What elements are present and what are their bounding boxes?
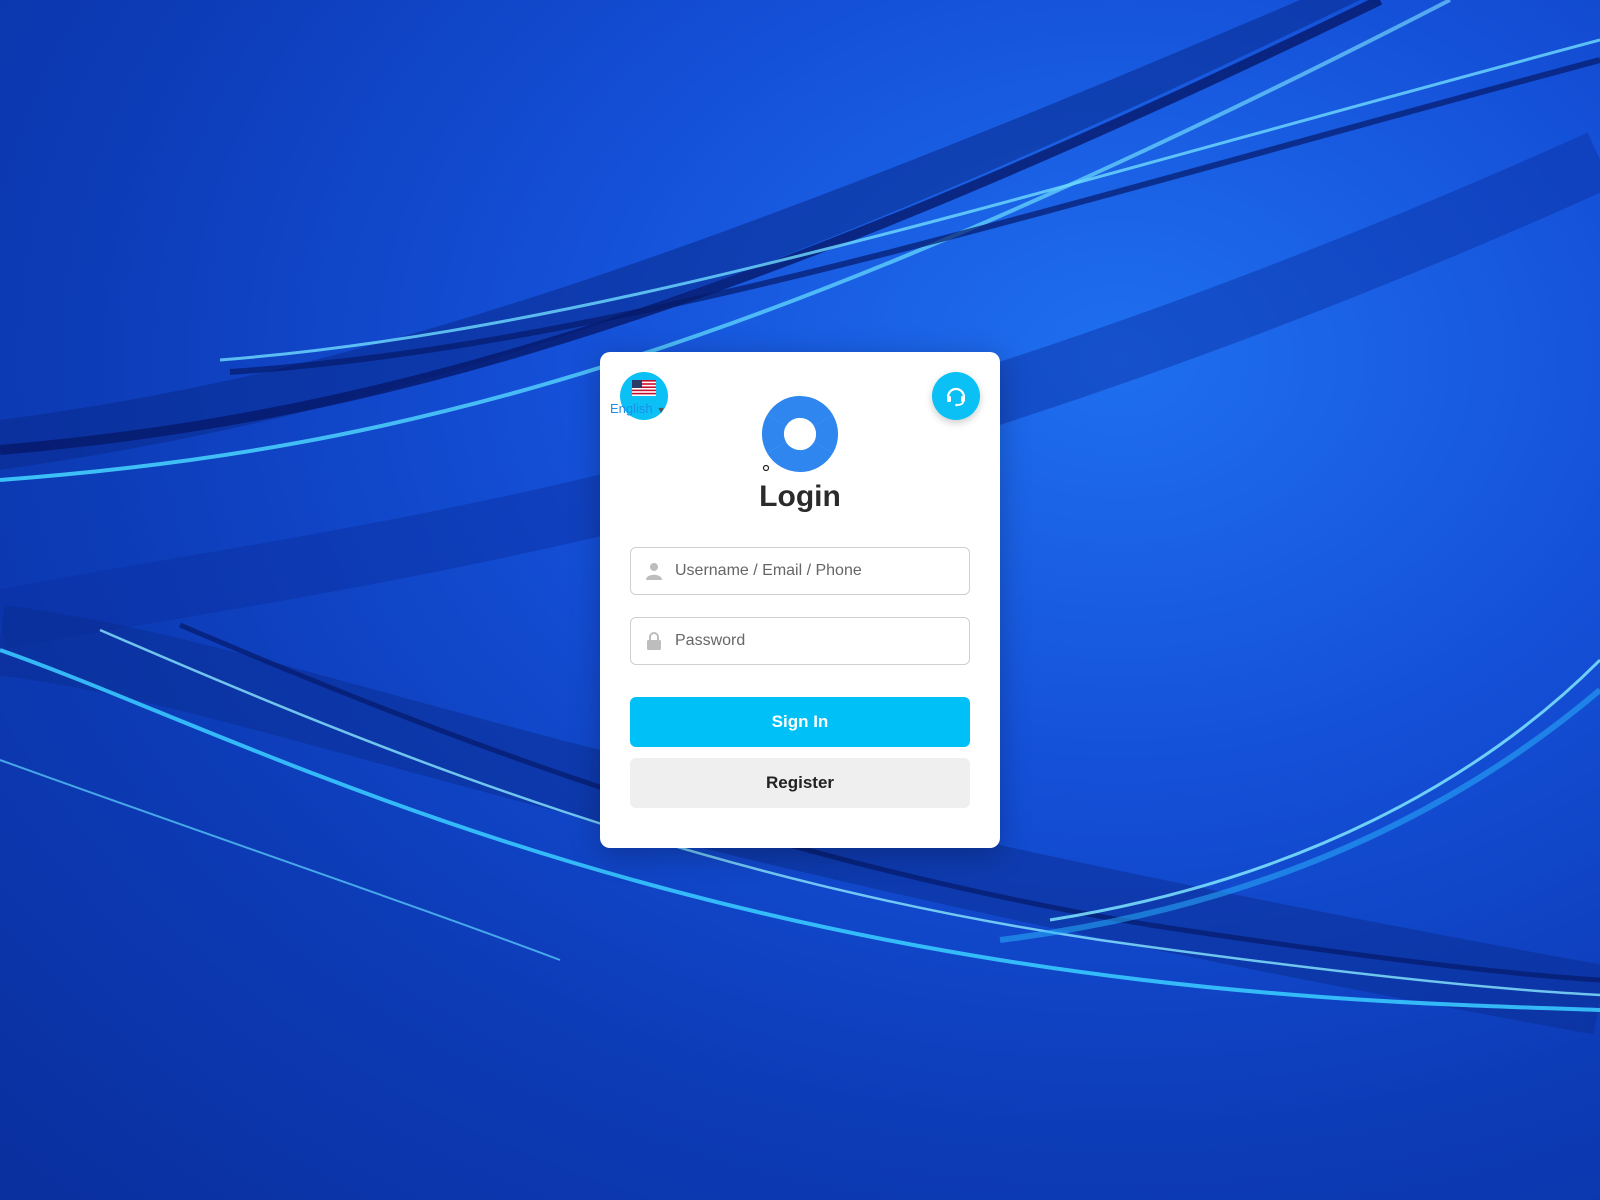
- user-icon: [646, 563, 662, 580]
- customer-support-button[interactable]: [932, 372, 980, 420]
- us-flag-icon: [632, 380, 656, 396]
- password-input[interactable]: [675, 618, 955, 664]
- headset-icon: [946, 387, 966, 407]
- page-title: Login: [759, 480, 841, 513]
- language-selector[interactable]: English ▼: [610, 401, 666, 416]
- brand-logo: [761, 395, 839, 473]
- sign-in-button[interactable]: Sign In: [630, 697, 970, 747]
- login-card: English ▼ Login Username / Email / Phone…: [600, 352, 1000, 848]
- language-label: English: [610, 401, 653, 416]
- password-field[interactable]: [630, 617, 970, 665]
- lock-icon: [647, 632, 661, 650]
- username-input[interactable]: [675, 548, 955, 594]
- chevron-down-icon: ▼: [656, 405, 666, 415]
- username-field[interactable]: [630, 547, 970, 595]
- register-button[interactable]: Register: [630, 758, 970, 808]
